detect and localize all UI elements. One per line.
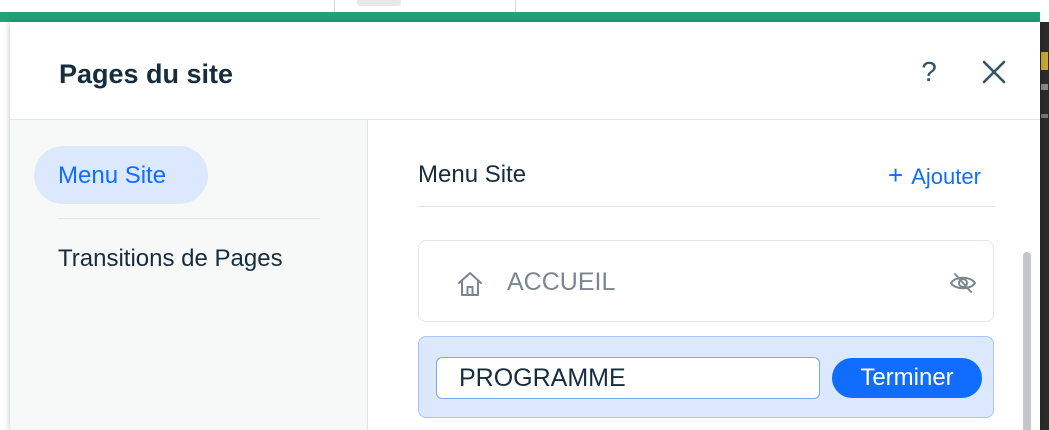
page-item-editing: Terminer: [418, 336, 994, 418]
scrollbar-thumb[interactable]: [1023, 252, 1031, 430]
hidden-eye-icon[interactable]: [949, 271, 977, 295]
sidebar-divider: [58, 218, 320, 219]
panel-header: Pages du site ?: [10, 22, 1040, 120]
editor-canvas-edge: [1040, 22, 1049, 430]
page-item-home[interactable]: ACCUEIL: [418, 240, 994, 322]
close-icon: [982, 60, 1006, 84]
content-divider: [418, 206, 995, 207]
menu-section-title: Menu Site: [418, 161, 527, 188]
panel-sidebar: Menu Site Transitions de Pages: [10, 120, 368, 430]
sidebar-item-page-transitions[interactable]: Transitions de Pages: [58, 244, 283, 274]
done-button[interactable]: Terminer: [832, 358, 982, 398]
site-pages-panel: Pages du site ? Menu Site Transitions de…: [10, 22, 1040, 430]
plus-icon: +: [888, 160, 904, 190]
page-item-label: ACCUEIL: [507, 268, 616, 296]
help-button[interactable]: ?: [914, 54, 944, 90]
canvas-edge-mark: [1041, 114, 1048, 118]
sidebar-item-label: Menu Site: [58, 162, 167, 189]
editor-viewport: Pages du site ? Menu Site Transitions de…: [0, 0, 1049, 430]
sidebar-item-menu-site[interactable]: Menu Site: [34, 146, 208, 204]
home-icon: [458, 272, 482, 296]
editor-top-bar: [0, 0, 1049, 12]
canvas-edge-mark: [1041, 52, 1048, 70]
close-button[interactable]: [976, 54, 1012, 90]
panel-title: Pages du site: [59, 59, 234, 89]
page-rename-input[interactable]: [436, 357, 820, 399]
add-page-label: Ajouter: [911, 164, 981, 189]
panel-accent-bar: [0, 12, 1040, 22]
canvas-edge-mark: [1041, 84, 1048, 90]
editor-top-tab[interactable]: [334, 0, 516, 12]
add-page-button[interactable]: + Ajouter: [888, 160, 981, 190]
